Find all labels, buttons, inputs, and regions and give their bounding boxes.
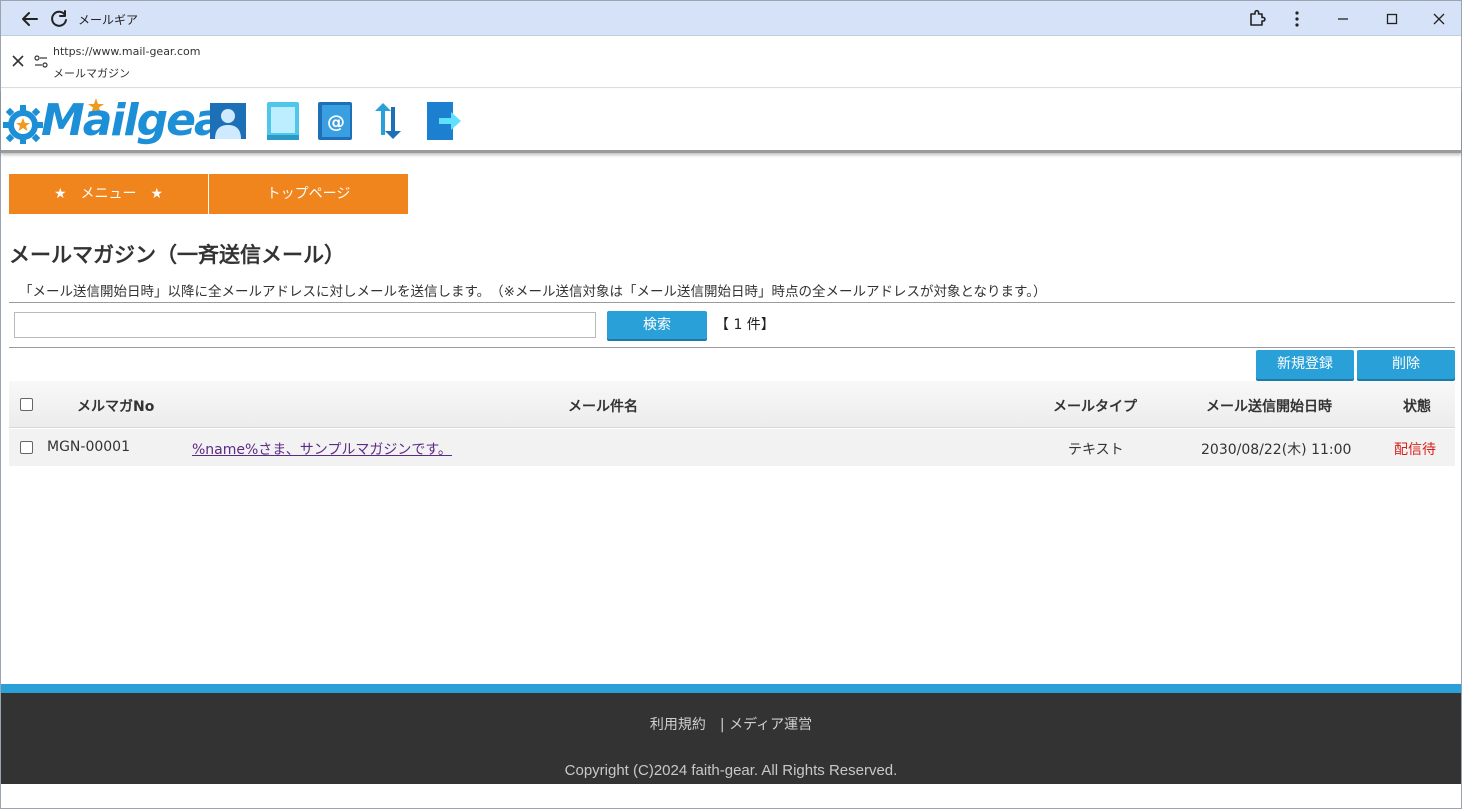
column-header-status: 状態 (1403, 399, 1431, 415)
title-bar: メールギア (1, 1, 1461, 36)
page-title-text: メールマガジン (53, 67, 130, 80)
site-settings-icon[interactable] (33, 54, 49, 70)
column-header-type: メールタイプ (1053, 399, 1137, 415)
search-button[interactable]: 検索 (607, 311, 707, 339)
minimize-icon[interactable] (1331, 7, 1355, 31)
close-window-icon[interactable] (1427, 7, 1451, 31)
footer: 利用規約 | メディア運営 Copyright (C)2024 faith-ge… (1, 684, 1461, 784)
select-all-checkbox[interactable] (20, 398, 33, 411)
row-type: テキスト (1068, 442, 1124, 458)
row-status: 配信待 (1394, 442, 1436, 458)
row-checkbox[interactable] (20, 441, 33, 454)
new-register-button[interactable]: 新規登録 (1256, 350, 1354, 379)
url-text[interactable]: https://www.mail-gear.com (53, 45, 200, 58)
app-header: Mailgear @ (1, 89, 1461, 153)
logout-icon[interactable] (425, 101, 463, 141)
page-description: 「メール送信開始日時」以降に全メールアドレスに対しメールを送信します。 （※メー… (19, 284, 1047, 300)
delete-button[interactable]: 削除 (1357, 350, 1455, 379)
sync-icon[interactable] (369, 101, 407, 141)
column-header-start: メール送信開始日時 (1206, 399, 1332, 415)
row-no: MGN-00001 (47, 439, 130, 455)
svg-text:@: @ (327, 112, 345, 133)
divider (9, 302, 1455, 303)
address-bar: https://www.mail-gear.com メールマガジン (1, 36, 1461, 88)
table-row: MGN-00001 %name%さま、サンプルマガジンです。 テキスト 2030… (9, 429, 1455, 466)
tab-top-page[interactable]: トップページ (209, 174, 408, 214)
search-input[interactable] (14, 312, 596, 338)
footer-links[interactable]: 利用規約 | メディア運営 (1, 714, 1461, 734)
maximize-icon[interactable] (1380, 7, 1404, 31)
result-count: 【 1 件】 (715, 317, 775, 333)
row-start-date: 2030/08/22(木) 11:00 (1201, 442, 1352, 458)
back-arrow-icon[interactable] (19, 8, 41, 30)
address-book-icon[interactable]: @ (317, 101, 355, 141)
divider (9, 347, 1455, 348)
gear-logo-icon (3, 105, 43, 144)
page-heading: メールマガジン（一斉送信メール） (9, 243, 345, 267)
browser-window: メールギア https://www.mail-gear.com メールマガジン (0, 0, 1462, 809)
book-icon[interactable] (264, 101, 302, 141)
column-header-subject: メール件名 (568, 399, 638, 415)
tab-menu[interactable]: ★ メニュー ★ (9, 174, 208, 214)
mailgear-logo[interactable]: Mailgear (1, 95, 243, 147)
column-header-no: メルマガNo (77, 399, 155, 415)
table-header: メルマガNo メール件名 メールタイプ メール送信開始日時 状態 (9, 381, 1455, 428)
reload-icon[interactable] (48, 8, 70, 30)
user-icon[interactable] (209, 101, 247, 141)
window-title: メールギア (78, 13, 139, 27)
more-menu-icon[interactable] (1285, 7, 1309, 31)
extension-icon[interactable] (1245, 7, 1269, 31)
copyright: Copyright (C)2024 faith-gear. All Rights… (564, 762, 898, 779)
nav-tabs: ★ メニュー ★ トップページ (9, 174, 409, 214)
close-icon[interactable] (11, 54, 25, 68)
row-subject-link[interactable]: %name%さま、サンプルマガジンです。 (192, 439, 452, 459)
